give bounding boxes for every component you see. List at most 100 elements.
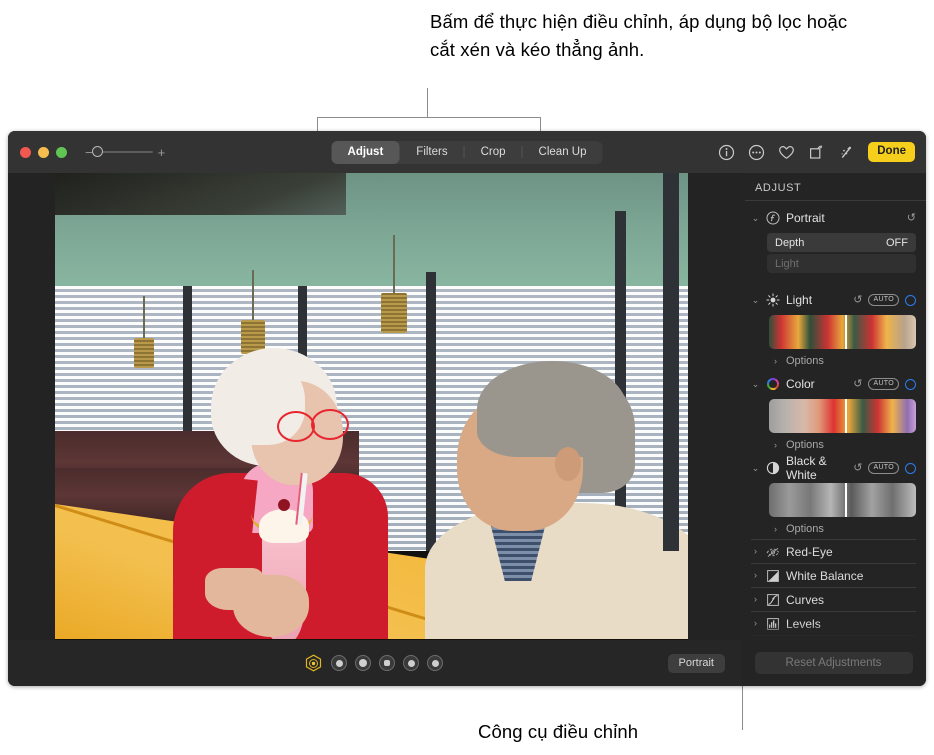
black-and-white-enable-toggle[interactable] bbox=[905, 462, 916, 474]
color-options-label: Options bbox=[786, 439, 824, 451]
magic-wand-icon[interactable] bbox=[838, 144, 855, 161]
chevron-right-icon[interactable]: › bbox=[771, 440, 780, 450]
edit-mode-segmented-control[interactable]: Adjust Filters Crop Clean Up bbox=[331, 140, 603, 164]
chevron-right-icon[interactable]: › bbox=[771, 524, 780, 534]
lighting-thumb-stage[interactable] bbox=[403, 655, 419, 671]
sidebar-item-levels-label: Levels bbox=[786, 616, 821, 631]
photo-woman-forearm bbox=[205, 568, 263, 610]
sidebar-item-levels[interactable]: › Levels bbox=[751, 611, 916, 635]
chevron-right-icon[interactable]: › bbox=[771, 356, 780, 366]
chevron-right-icon[interactable]: › bbox=[751, 595, 760, 604]
sidebar-item-definition[interactable]: › Definition bbox=[751, 635, 916, 640]
light-enable-toggle[interactable] bbox=[905, 294, 916, 306]
portrait-depth-row[interactable]: Depth OFF bbox=[767, 233, 916, 252]
panel-footer: Reset Adjustments bbox=[741, 640, 926, 686]
section-black-and-white-label: Black & White bbox=[786, 454, 827, 482]
photo-window-mullion-4 bbox=[615, 210, 626, 551]
black-and-white-auto-button[interactable]: AUTO bbox=[868, 461, 899, 475]
sidebar-item-red-eye[interactable]: › Red-Eye bbox=[751, 539, 916, 563]
reset-color-icon[interactable]: ↺ bbox=[853, 378, 862, 390]
chevron-right-icon[interactable]: › bbox=[751, 571, 760, 580]
light-auto-button[interactable]: AUTO bbox=[868, 293, 899, 307]
callout-top-text: Bấm để thực hiện điều chỉnh, áp dụng bộ … bbox=[430, 11, 848, 60]
window-toolbar: − + Adjust Filters Crop Clean Up Done bbox=[8, 131, 926, 174]
chevron-down-icon[interactable]: ⌄ bbox=[751, 463, 760, 473]
pendant-lamp-shade-1 bbox=[134, 338, 154, 368]
bw-preview-strip[interactable] bbox=[769, 483, 916, 517]
pendant-lamp-cord-3 bbox=[393, 235, 395, 293]
section-black-and-white-tools: ↺ AUTO bbox=[853, 461, 916, 475]
section-color-tools: ↺ AUTO bbox=[853, 377, 916, 391]
photo-right-window-frame bbox=[663, 173, 679, 551]
reset-adjustments-button[interactable]: Reset Adjustments bbox=[754, 652, 913, 674]
brightness-sun-icon bbox=[766, 293, 780, 307]
tab-filters[interactable]: Filters bbox=[400, 141, 463, 164]
light-strip-handle[interactable] bbox=[845, 315, 848, 349]
bw-strip-handle[interactable] bbox=[845, 483, 848, 517]
sidebar-item-curves-label: Curves bbox=[786, 592, 825, 607]
bw-options-row[interactable]: › Options bbox=[771, 519, 916, 539]
photo-canvas-area: Portrait bbox=[8, 173, 741, 686]
portrait-light-row[interactable]: Light bbox=[767, 254, 916, 273]
zoom-window-button[interactable] bbox=[56, 146, 67, 158]
more-options-icon[interactable] bbox=[748, 144, 765, 161]
light-preview-strip[interactable] bbox=[769, 315, 916, 349]
section-color-label: Color bbox=[786, 377, 815, 391]
zoom-slider-knob[interactable] bbox=[91, 146, 103, 157]
chevron-down-icon[interactable]: ⌄ bbox=[751, 379, 760, 389]
red-eye-icon bbox=[766, 545, 780, 559]
zoom-slider-track[interactable] bbox=[91, 146, 153, 157]
close-window-button[interactable] bbox=[20, 146, 31, 158]
half-circle-contrast-icon bbox=[766, 461, 780, 475]
photos-editor-window: − + Adjust Filters Crop Clean Up Done Po… bbox=[8, 131, 926, 686]
reset-black-and-white-icon[interactable]: ↺ bbox=[853, 462, 862, 474]
photo-man-sweater bbox=[425, 503, 688, 645]
section-light-label: Light bbox=[786, 293, 813, 307]
reset-portrait-icon[interactable]: ↺ bbox=[907, 212, 916, 224]
color-preview-strip[interactable] bbox=[769, 399, 916, 433]
lighting-thumb-contour[interactable] bbox=[379, 655, 395, 671]
portrait-light-label: Light bbox=[775, 257, 799, 270]
tab-adjust[interactable]: Adjust bbox=[331, 140, 400, 164]
chevron-right-icon[interactable]: › bbox=[751, 619, 760, 628]
reset-light-icon[interactable]: ↺ bbox=[853, 294, 862, 306]
chevron-right-icon[interactable]: › bbox=[751, 547, 760, 556]
color-options-row[interactable]: › Options bbox=[771, 435, 916, 455]
color-strip-handle[interactable] bbox=[845, 399, 848, 433]
rotate-icon[interactable] bbox=[808, 144, 825, 161]
zoom-in-icon[interactable]: + bbox=[158, 146, 166, 159]
favorite-heart-icon[interactable] bbox=[778, 144, 795, 161]
light-options-row[interactable]: › Options bbox=[771, 351, 916, 371]
chevron-down-icon[interactable]: ⌄ bbox=[751, 295, 760, 305]
lighting-thumb-natural[interactable] bbox=[331, 655, 347, 671]
edited-photo[interactable] bbox=[55, 173, 688, 645]
color-auto-button[interactable]: AUTO bbox=[868, 377, 899, 391]
tab-clean-up[interactable]: Clean Up bbox=[523, 141, 603, 164]
color-wheel-icon bbox=[766, 377, 780, 391]
curves-icon bbox=[766, 593, 780, 607]
tab-crop[interactable]: Crop bbox=[465, 141, 522, 164]
color-enable-toggle[interactable] bbox=[905, 378, 916, 390]
adjust-panel-scroll[interactable]: ⌄ Portrait ↺ Depth OFF Light ⌄ Light ↺ A… bbox=[741, 205, 926, 640]
section-black-and-white-header[interactable]: ⌄ Black & White ↺ AUTO bbox=[751, 454, 916, 482]
lighting-thumb-studio[interactable] bbox=[355, 655, 371, 671]
chevron-down-icon[interactable]: ⌄ bbox=[751, 213, 760, 223]
info-icon[interactable] bbox=[718, 144, 735, 161]
section-color-header[interactable]: ⌄ Color ↺ AUTO bbox=[751, 371, 916, 397]
photo-woman-glasses-right bbox=[311, 409, 349, 440]
portrait-cube-icon[interactable] bbox=[304, 654, 323, 673]
zoom-slider-control[interactable]: − + bbox=[85, 146, 165, 159]
sidebar-item-curves[interactable]: › Curves bbox=[751, 587, 916, 611]
minimize-window-button[interactable] bbox=[38, 146, 49, 158]
section-light-header[interactable]: ⌄ Light ↺ AUTO bbox=[751, 287, 916, 313]
panel-title-divider bbox=[745, 200, 926, 201]
callout-bottom-text: Công cụ điều chỉnh bbox=[478, 721, 639, 742]
levels-icon bbox=[766, 617, 780, 631]
aperture-f-icon bbox=[766, 211, 780, 225]
lighting-thumb-stage-mono[interactable] bbox=[427, 655, 443, 671]
section-portrait-header[interactable]: ⌄ Portrait ↺ bbox=[751, 205, 916, 231]
sidebar-item-white-balance[interactable]: › White Balance bbox=[751, 563, 916, 587]
callout-top-leader-horizontal bbox=[317, 117, 541, 118]
portrait-badge[interactable]: Portrait bbox=[667, 653, 725, 673]
done-button[interactable]: Done bbox=[868, 142, 915, 162]
